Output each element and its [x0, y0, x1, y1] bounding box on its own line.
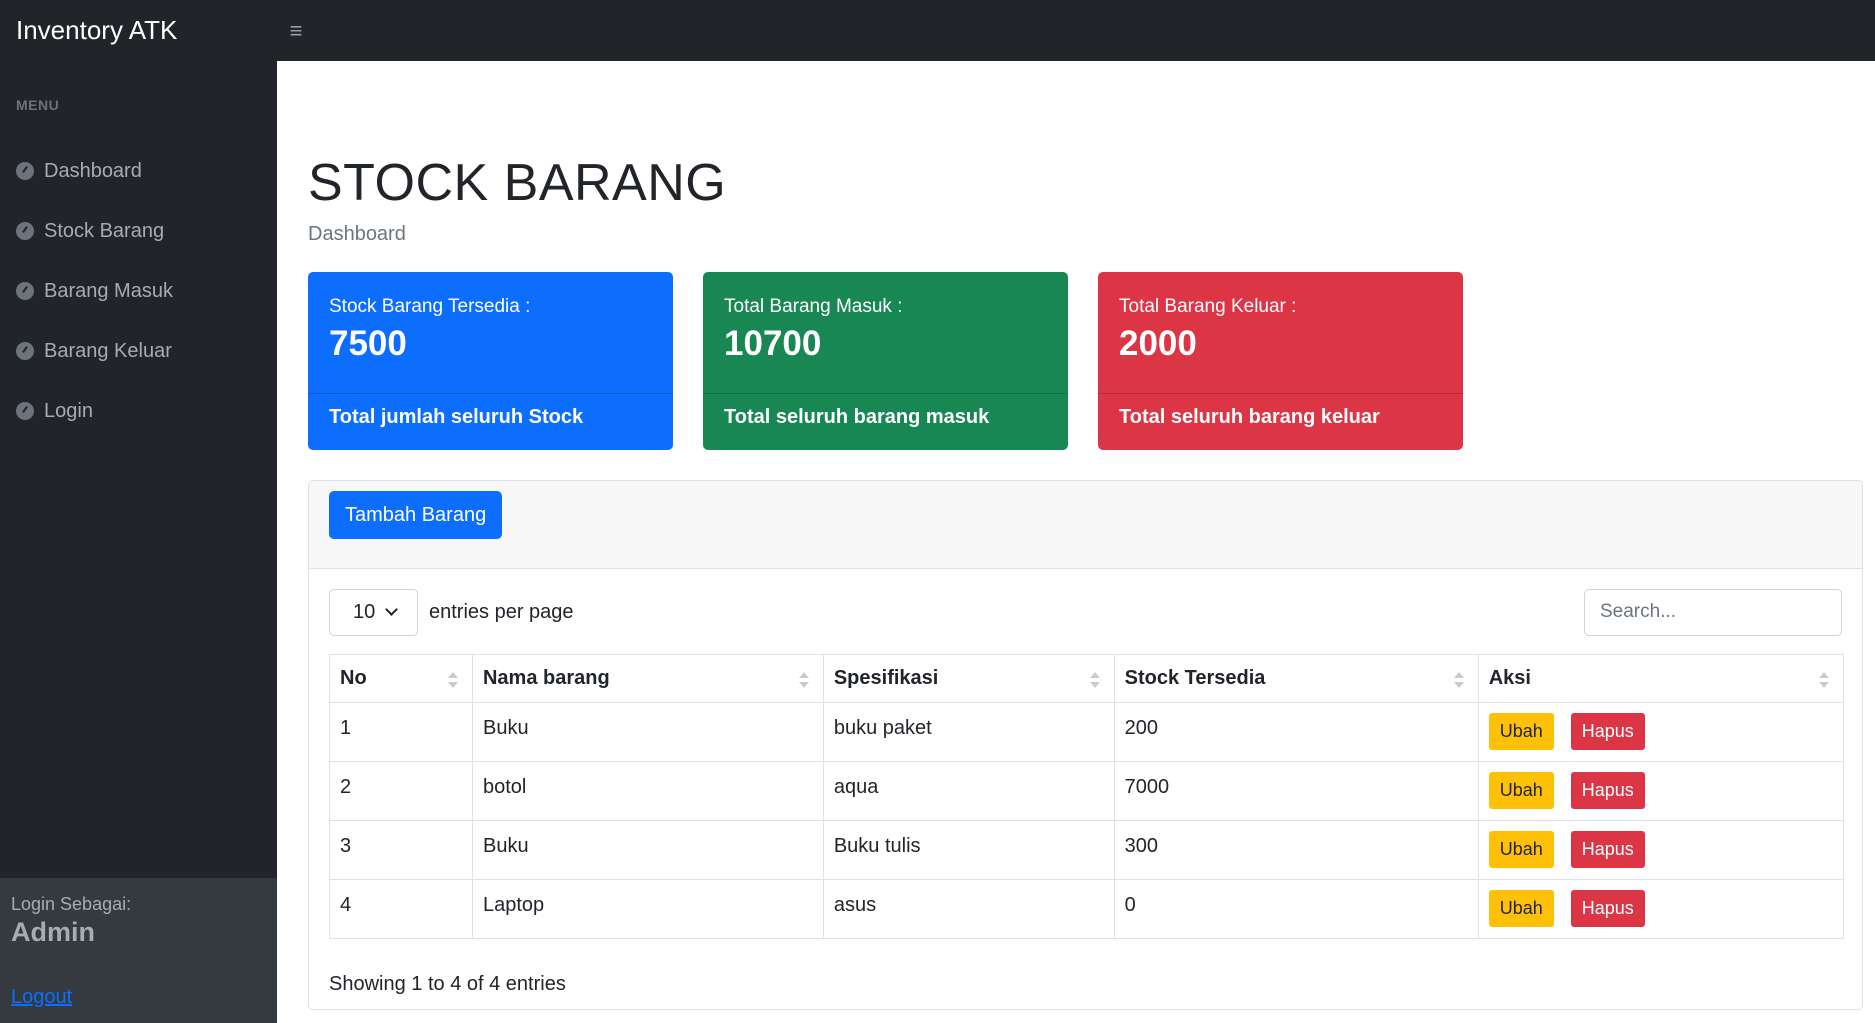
sidebar-item-label: Stock Barang: [44, 219, 165, 242]
login-as-label: Login Sebagai:: [11, 894, 132, 914]
sidebar-item-label: Barang Masuk: [44, 279, 173, 302]
edit-button[interactable]: Ubah: [1488, 890, 1554, 927]
cell-aksi: Ubah Hapus: [1477, 879, 1845, 939]
sidebar-item-barang-keluar[interactable]: Barang Keluar: [0, 321, 277, 381]
cell-no: 2: [329, 761, 473, 821]
panel-header: Tambah Barang: [309, 481, 1862, 569]
cell-aksi: Ubah Hapus: [1477, 761, 1845, 821]
delete-button[interactable]: Hapus: [1570, 890, 1645, 927]
cell-no: 3: [329, 820, 473, 880]
chevron-down-icon: [385, 603, 399, 616]
sidebar-item-label: Barang Keluar: [44, 339, 172, 362]
cell-stock: 300: [1113, 820, 1479, 880]
sidebar-item-stock-barang[interactable]: Stock Barang: [0, 201, 277, 261]
sort-icon: [1453, 672, 1464, 688]
table-row: 2 botol aqua 7000 Ubah Hapus: [329, 761, 1845, 821]
page-title: STOCK BARANG: [308, 154, 727, 212]
sidebar-item-barang-masuk[interactable]: Barang Masuk: [0, 261, 277, 321]
cell-spesifikasi: Buku tulis: [822, 820, 1115, 880]
sidebar-toggle-icon[interactable]: ≡: [277, 18, 315, 44]
cell-stock: 7000: [1113, 761, 1479, 821]
breadcrumb: Dashboard: [308, 223, 406, 245]
stock-table-panel: Tambah Barang 10 entries per page Search…: [308, 480, 1863, 1010]
cell-no: 4: [329, 879, 473, 939]
top-navbar: Inventory ATK ≡: [0, 0, 1875, 61]
speedometer-icon: [16, 342, 34, 360]
stock-available-card: Stock Barang Tersedia : 7500 Total jumla…: [308, 272, 673, 450]
cell-aksi: Ubah Hapus: [1477, 820, 1845, 880]
sort-icon: [1819, 672, 1829, 688]
sidebar-item-login[interactable]: Login: [0, 381, 277, 441]
cell-stock: 200: [1113, 702, 1479, 762]
card-value: 10700: [724, 324, 822, 363]
column-header-aksi[interactable]: Aksi: [1477, 654, 1845, 703]
cell-spesifikasi: buku paket: [822, 702, 1115, 762]
speedometer-icon: [16, 222, 34, 240]
sidebar-footer: Login Sebagai: Admin Logout: [0, 878, 277, 1023]
entries-per-page-select[interactable]: 10: [329, 588, 418, 636]
cell-spesifikasi: aqua: [822, 761, 1115, 821]
sidebar-item-label: Login: [44, 399, 93, 422]
card-label: Total Barang Masuk :: [724, 296, 903, 317]
entries-per-page: 10 entries per page: [329, 588, 574, 636]
table-row: 1 Buku buku paket 200 Ubah Hapus: [329, 702, 1845, 762]
logout-link[interactable]: Logout: [11, 986, 72, 1009]
cell-no: 1: [329, 702, 473, 762]
add-item-button[interactable]: Tambah Barang: [329, 491, 503, 539]
speedometer-icon: [16, 162, 34, 180]
card-footer: Total seluruh barang masuk: [724, 406, 990, 428]
delete-button[interactable]: Hapus: [1570, 772, 1645, 809]
logged-in-user: Admin: [11, 917, 95, 947]
sort-icon: [1089, 672, 1100, 688]
card-footer: Total jumlah seluruh Stock: [329, 406, 584, 428]
sidebar-item-label: Dashboard: [44, 159, 142, 182]
sort-icon: [798, 672, 809, 688]
table-header-row: No Nama barang Spesifikasi Stock Tersedi…: [329, 654, 1845, 703]
column-header-no[interactable]: No: [329, 654, 473, 703]
main-content: STOCK BARANG Dashboard Stock Barang Ters…: [277, 61, 1875, 1023]
cell-nama-barang: Buku: [471, 820, 824, 880]
column-header-nama-barang[interactable]: Nama barang: [471, 654, 824, 703]
delete-button[interactable]: Hapus: [1570, 831, 1645, 868]
speedometer-icon: [16, 282, 34, 300]
search-input[interactable]: [1584, 588, 1842, 636]
card-label: Total Barang Keluar :: [1119, 296, 1297, 317]
delete-button[interactable]: Hapus: [1570, 713, 1645, 750]
edit-button[interactable]: Ubah: [1488, 831, 1554, 868]
sort-icon: [447, 672, 458, 688]
cell-spesifikasi: asus: [822, 879, 1115, 939]
entries-per-page-label: entries per page: [429, 600, 574, 623]
sidebar: MENU Dashboard Stock Barang Barang Masuk…: [0, 61, 277, 1023]
card-value: 7500: [329, 324, 407, 363]
summary-cards: Stock Barang Tersedia : 7500 Total jumla…: [308, 272, 1875, 450]
edit-button[interactable]: Ubah: [1488, 713, 1554, 750]
column-header-spesifikasi[interactable]: Spesifikasi: [822, 654, 1115, 703]
total-incoming-card: Total Barang Masuk : 10700 Total seluruh…: [703, 272, 1068, 450]
card-footer: Total seluruh barang keluar: [1119, 406, 1380, 428]
cell-stock: 0: [1113, 879, 1479, 939]
cell-aksi: Ubah Hapus: [1477, 702, 1845, 762]
edit-button[interactable]: Ubah: [1488, 772, 1554, 809]
sidebar-item-dashboard[interactable]: Dashboard: [0, 141, 277, 201]
card-label: Stock Barang Tersedia :: [329, 296, 531, 317]
card-value: 2000: [1119, 324, 1197, 363]
entries-per-page-value: 10: [353, 600, 376, 623]
stock-table: No Nama barang Spesifikasi Stock Tersedi…: [329, 654, 1845, 939]
table-toolbar: 10 entries per page: [329, 588, 1842, 636]
speedometer-icon: [16, 402, 34, 420]
cell-nama-barang: Buku: [471, 702, 824, 762]
cell-nama-barang: Laptop: [471, 879, 824, 939]
column-header-stock-tersedia[interactable]: Stock Tersedia: [1113, 654, 1479, 703]
table-row: 3 Buku Buku tulis 300 Ubah Hapus: [329, 820, 1845, 880]
brand-title[interactable]: Inventory ATK: [0, 0, 277, 61]
total-outgoing-card: Total Barang Keluar : 2000 Total seluruh…: [1098, 272, 1463, 450]
menu-heading: MENU: [16, 97, 60, 113]
table-row: 4 Laptop asus 0 Ubah Hapus: [329, 879, 1845, 939]
table-info: Showing 1 to 4 of 4 entries: [329, 973, 566, 995]
cell-nama-barang: botol: [471, 761, 824, 821]
